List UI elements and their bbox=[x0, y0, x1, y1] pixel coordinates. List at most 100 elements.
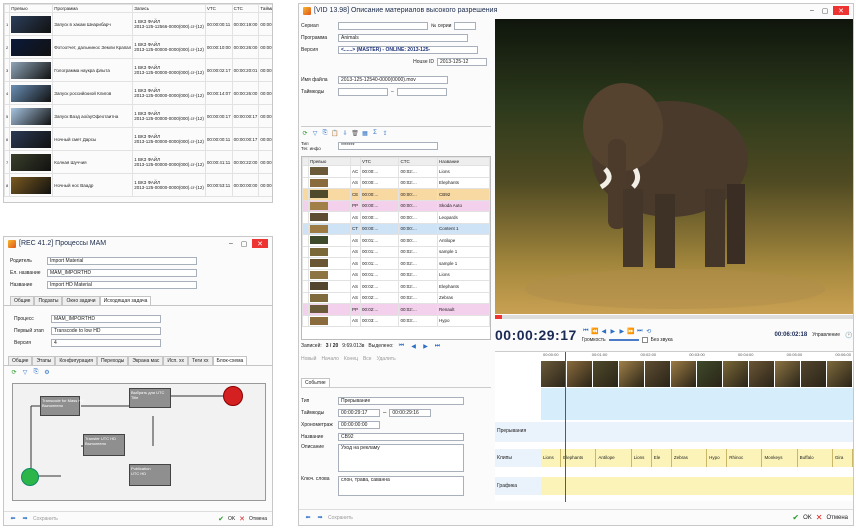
maximize-icon[interactable]: ▢ bbox=[239, 239, 249, 248]
list-item[interactable]: AS 00:01:... 00:02:... Lions bbox=[302, 268, 490, 281]
flow-node-select-utc[interactable]: Выбрать для UTC Title bbox=[129, 388, 171, 408]
refresh-icon[interactable]: ⟳ bbox=[10, 368, 18, 376]
ok-button[interactable]: OK bbox=[803, 515, 812, 521]
clip-item[interactable]: Zebras bbox=[672, 449, 708, 467]
clip-item[interactable]: Buffalo bbox=[798, 449, 833, 467]
col-program[interactable]: Программа bbox=[52, 4, 134, 13]
tab2-flowchart[interactable]: Блок-схема bbox=[212, 356, 248, 365]
event-name-input[interactable]: CB92 bbox=[338, 433, 464, 441]
program-input[interactable]: Аnimals bbox=[338, 34, 468, 42]
short-name-input[interactable]: MAM_IMPORTHD bbox=[47, 269, 197, 277]
delete-icon[interactable]: 🗑 bbox=[351, 129, 359, 137]
table-row[interactable]: 3 Голограмма наукра флыта 1 ВКЗ ФАЙЛ 2013-… bbox=[4, 58, 272, 82]
event-description-input[interactable]: Уход на рекламу bbox=[338, 444, 464, 472]
event-keywords-input[interactable]: слон, трава, саванна bbox=[338, 476, 464, 496]
forward-arrow-icon[interactable]: ➡ bbox=[21, 515, 29, 523]
event-type-select[interactable]: Прерывание bbox=[338, 397, 464, 405]
flow-end-node[interactable] bbox=[223, 386, 243, 406]
clip-item[interactable]: Lions bbox=[632, 449, 652, 467]
close-icon[interactable]: ✕ bbox=[833, 6, 849, 15]
version-input[interactable]: <......> (MASTER) - ONLINE: 2013-125- bbox=[338, 46, 478, 54]
clip-item[interactable]: Gira bbox=[833, 449, 853, 467]
table-row[interactable]: 5 Запуск Ваэд ао/ауОфеотаитна 1 ВКЗ ФАЙЛ 2… bbox=[4, 104, 272, 128]
flow-start-node[interactable] bbox=[21, 468, 39, 486]
export-icon[interactable]: ⇪ bbox=[381, 129, 389, 137]
refresh-icon[interactable]: ⟳ bbox=[301, 129, 309, 137]
tag-search-input[interactable]: ******* bbox=[338, 142, 438, 150]
playhead[interactable] bbox=[565, 352, 566, 502]
series-input[interactable] bbox=[338, 22, 428, 30]
flow-node-transfer-utc[interactable]: Transfer UTC HD Выполнено bbox=[83, 434, 125, 456]
col-preview[interactable]: Превью bbox=[9, 4, 54, 13]
tab2-stages[interactable]: Этапы bbox=[32, 356, 56, 365]
tab-task-window[interactable]: Окно задачи bbox=[62, 296, 100, 305]
go-end-icon[interactable]: ⏭ bbox=[636, 328, 644, 336]
episode-input[interactable] bbox=[454, 22, 477, 30]
tab2-tags[interactable]: Теги хх bbox=[187, 356, 213, 365]
col-record[interactable]: Запись bbox=[132, 4, 206, 13]
playback-progress[interactable] bbox=[495, 315, 853, 319]
list-item[interactable]: PP 00:00:... 00:00:... Skoda Auto bbox=[302, 199, 490, 212]
timecode-in-input[interactable] bbox=[338, 88, 388, 96]
version-input[interactable]: 4 bbox=[51, 339, 161, 347]
clip-item[interactable]: Elephants bbox=[561, 449, 597, 467]
tab-outgoing-task[interactable]: Исходящая задача bbox=[99, 296, 152, 305]
tab-subs[interactable]: Подзаты bbox=[34, 296, 63, 305]
next-record-icon[interactable]: ▶ bbox=[422, 342, 430, 350]
table-row[interactable]: 2 Фотоотчет, дальнинос Земли Крапал 1 ВКЗ … bbox=[4, 35, 272, 59]
clip-item[interactable]: Ele bbox=[652, 449, 672, 467]
action-new[interactable]: Новый bbox=[301, 356, 316, 362]
tab-general[interactable]: Общие bbox=[10, 296, 35, 305]
seg-col-vtc[interactable]: VTC bbox=[359, 157, 400, 166]
event-tc-in[interactable]: 00:00:29:17 bbox=[338, 409, 380, 417]
frame-back-icon[interactable]: ◀ bbox=[600, 328, 608, 336]
clip-item[interactable]: Antilope bbox=[596, 449, 632, 467]
loop-icon[interactable]: ⟲ bbox=[645, 328, 653, 336]
video-preview[interactable] bbox=[495, 19, 853, 314]
table-row[interactable]: 6 Ночный смет Дарсы 1 ВКЗ ФАЙЛ 2013-125-00… bbox=[4, 127, 272, 151]
table-row[interactable]: 1 Запуск в хакам Шнарибарч 1 ВКЗ ФАЙЛ 2013… bbox=[4, 12, 272, 36]
save-button[interactable]: Сохранить bbox=[328, 515, 353, 521]
video-track[interactable] bbox=[541, 388, 853, 420]
list-item[interactable]: AS 00:02:... 00:02:... Elephants bbox=[302, 280, 490, 293]
flow-node-publication[interactable]: Publication UTC HD bbox=[129, 464, 171, 486]
clip-item[interactable]: Monkeys bbox=[762, 449, 798, 467]
clock-icon[interactable]: 🕐 bbox=[845, 331, 853, 339]
breaks-track[interactable] bbox=[541, 422, 853, 442]
list-item[interactable]: AS 00:00:... 00:00:... Leopards bbox=[302, 211, 490, 224]
first-record-icon[interactable]: ⏮ bbox=[398, 342, 406, 350]
go-start-icon[interactable]: ⏮ bbox=[582, 328, 590, 336]
event-duration[interactable]: 00:00:00:00 bbox=[338, 421, 380, 429]
col-ctc[interactable]: CTC bbox=[231, 4, 260, 13]
list-item[interactable]: AS 00:02:... 00:02:... Zebras bbox=[302, 291, 490, 304]
seg-col-ctc[interactable]: CTC bbox=[398, 157, 438, 166]
forward-arrow-icon[interactable]: ➡ bbox=[316, 514, 324, 522]
back-arrow-icon[interactable]: ⬅ bbox=[304, 514, 312, 522]
paste-icon[interactable]: 📋 bbox=[331, 129, 339, 137]
sum-icon[interactable]: Σ bbox=[371, 129, 379, 137]
tab2-screens[interactable]: Экрана мас bbox=[128, 356, 164, 365]
import-icon[interactable]: ⇩ bbox=[341, 129, 349, 137]
action-delete[interactable]: Удалить bbox=[377, 356, 396, 362]
grid-icon[interactable]: ▦ bbox=[361, 129, 369, 137]
back-arrow-icon[interactable]: ⬅ bbox=[9, 515, 17, 523]
volume-slider[interactable] bbox=[608, 338, 639, 341]
cancel-button[interactable]: Отмена bbox=[826, 515, 848, 521]
control-menu[interactable]: Управление bbox=[812, 332, 840, 338]
action-all[interactable]: Все bbox=[363, 356, 372, 362]
parent-input[interactable]: Import Material bbox=[47, 257, 197, 265]
maximize-icon[interactable]: ▢ bbox=[820, 6, 830, 15]
mute-checkbox[interactable] bbox=[641, 336, 648, 343]
cancel-button[interactable]: Отмена bbox=[249, 516, 267, 522]
prev-record-icon[interactable]: ◀ bbox=[410, 342, 418, 350]
filename-input[interactable]: 2013-125-12540-0000(0000).mov bbox=[338, 76, 448, 84]
play-icon[interactable]: ▶ bbox=[609, 328, 617, 336]
minimize-icon[interactable]: – bbox=[807, 6, 817, 15]
last-record-icon[interactable]: ⏭ bbox=[434, 342, 442, 350]
flow-node-transcode[interactable]: Transcode for Mass HD Выполнено bbox=[40, 396, 84, 416]
table-row[interactable]: 7 Колная Шуччия 1 ВКЗ ФАЙЛ 2013-125-00000-… bbox=[4, 150, 272, 174]
list-item[interactable]: AC 00:00:... 00:02:... Lions bbox=[302, 165, 490, 178]
action-end[interactable]: Конец bbox=[344, 356, 358, 362]
tab2-config[interactable]: Конфигурация bbox=[55, 356, 97, 365]
name-input[interactable]: Import HD Material bbox=[47, 281, 197, 289]
